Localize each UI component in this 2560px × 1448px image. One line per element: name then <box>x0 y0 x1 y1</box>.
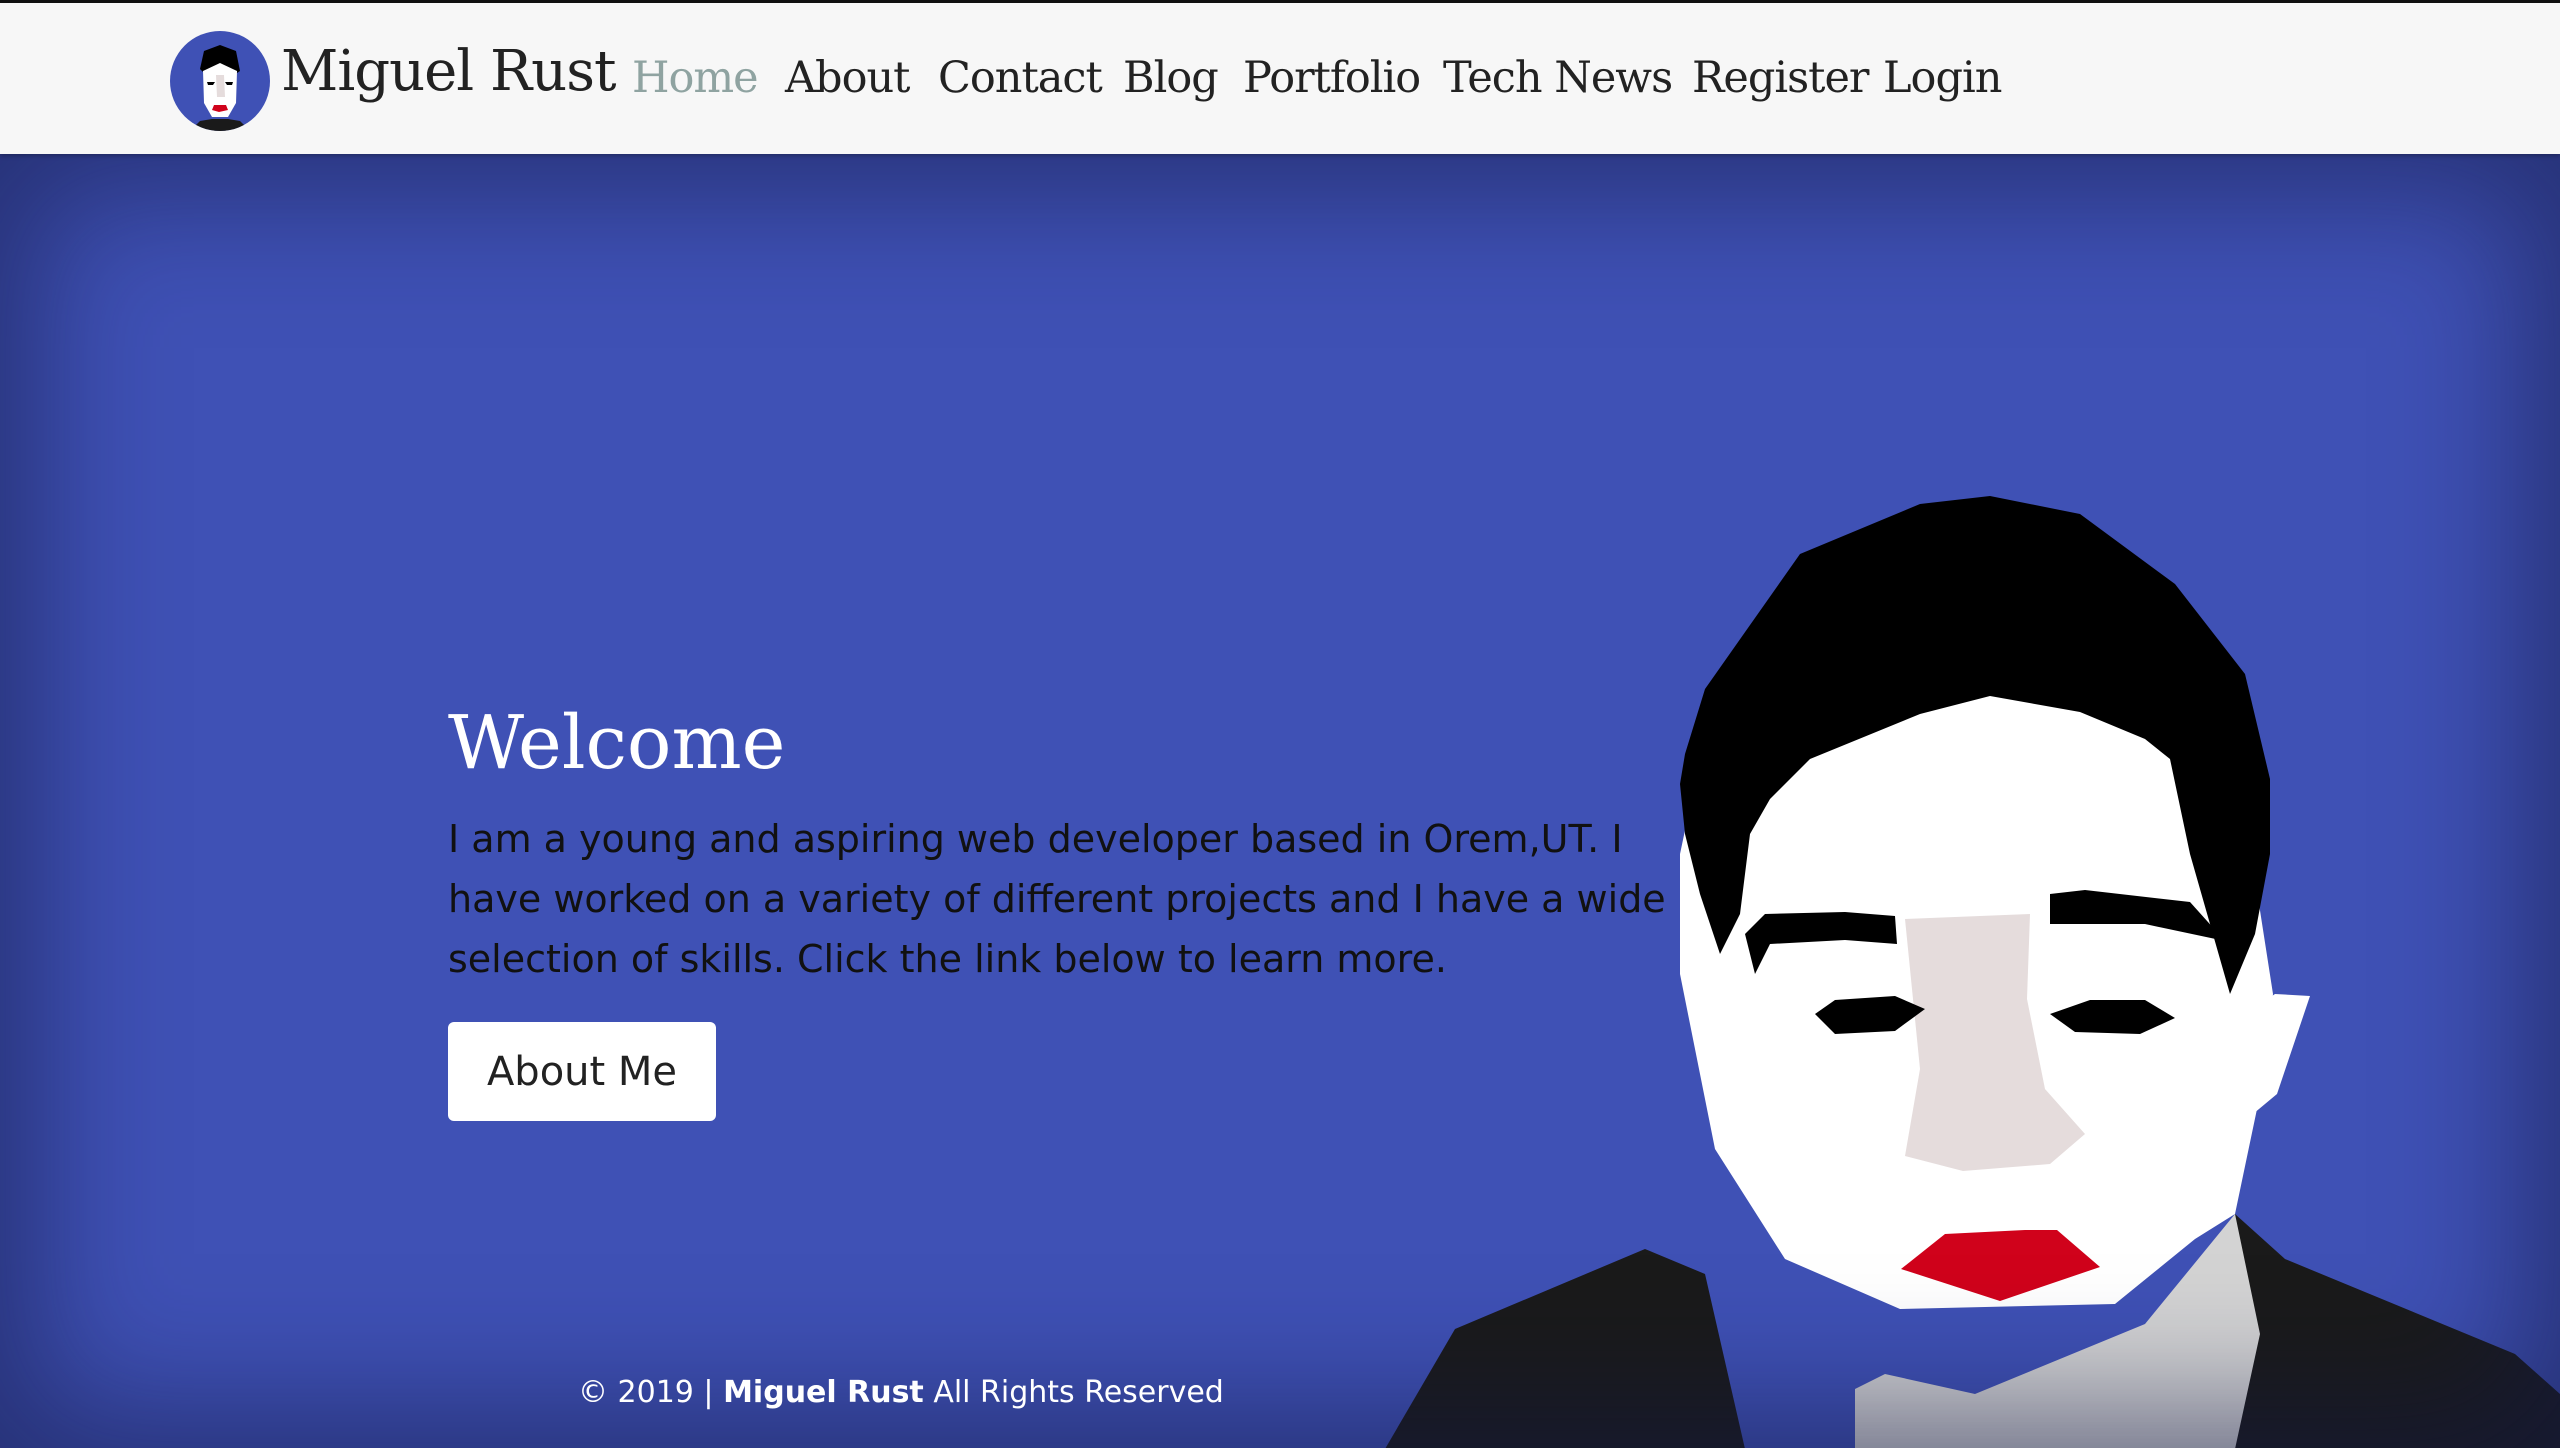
nav-home[interactable]: Home <box>632 53 759 103</box>
nav-portfolio[interactable]: Portfolio <box>1243 53 1421 103</box>
footer-copyright: © 2019 | <box>578 1375 724 1410</box>
nav-about[interactable]: About <box>785 53 910 103</box>
jacket-shape <box>1385 1249 1745 1448</box>
brand-name[interactable]: Miguel Rust <box>281 39 616 104</box>
nav-contact[interactable]: Contact <box>938 53 1103 103</box>
hero-text: I am a young and aspiring web developer … <box>448 817 1666 981</box>
hero-title: Welcome <box>448 700 786 786</box>
about-me-button[interactable]: About Me <box>448 1022 716 1121</box>
hero-section: Welcome I am a young and aspiring web de… <box>0 154 2560 1448</box>
footer-name: Miguel Rust <box>723 1375 924 1410</box>
nav-register[interactable]: Register <box>1692 53 1869 103</box>
ear-shape <box>2235 994 2310 1129</box>
brand-avatar[interactable] <box>170 31 270 131</box>
jacket-shape-right <box>2230 1214 2560 1448</box>
navbar: Miguel Rust Home About Contact Blog Port… <box>0 3 2560 154</box>
nav-blog[interactable]: Blog <box>1123 53 1219 103</box>
face-portrait-icon <box>190 45 250 131</box>
footer-rights: All Rights Reserved <box>923 1375 1224 1410</box>
nav-login[interactable]: Login <box>1883 53 2002 103</box>
footer-text: © 2019 | Miguel Rust All Rights Reserved <box>578 1375 1224 1410</box>
nav-tech-news[interactable]: Tech News <box>1443 53 1673 103</box>
